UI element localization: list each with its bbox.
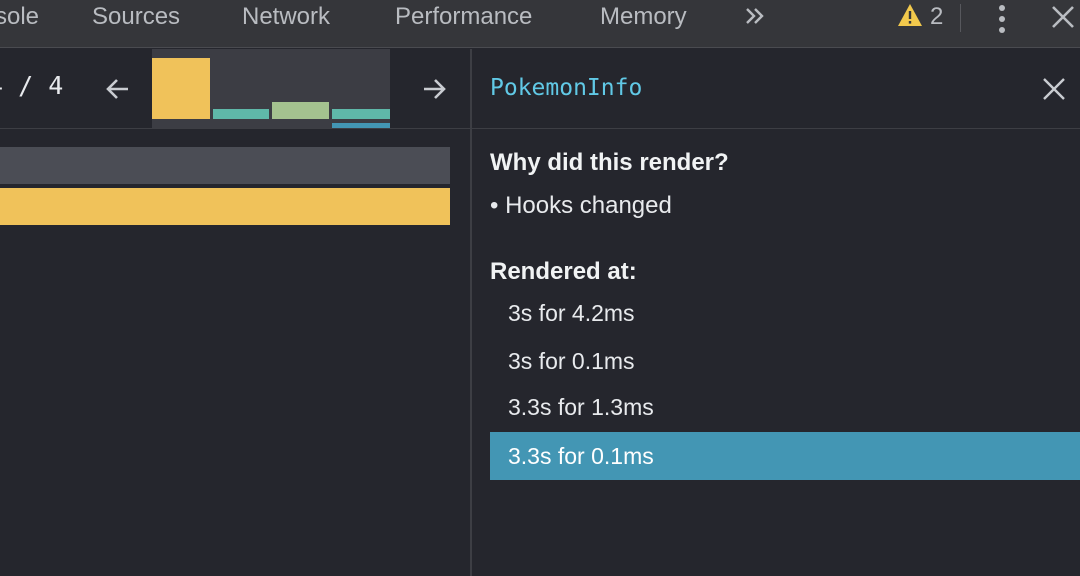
why-render-title: Why did this render? bbox=[490, 149, 729, 176]
commit-bar[interactable] bbox=[332, 109, 390, 119]
double-chevron-right-icon[interactable] bbox=[742, 3, 768, 29]
commit-bar[interactable] bbox=[152, 58, 210, 119]
commit-bar[interactable] bbox=[272, 102, 329, 119]
warning-count: 2 bbox=[930, 3, 944, 30]
sidebar-header: PokemonInfo bbox=[472, 49, 1080, 129]
profiler-main-panel: 4 / 4 bbox=[0, 49, 470, 576]
tab-memory[interactable]: Memory bbox=[600, 0, 687, 36]
render-list-item[interactable]: 3s for 0.1ms bbox=[490, 337, 1080, 385]
rendered-at-title: Rendered at: bbox=[490, 258, 637, 285]
flamegraph-row-parent[interactable] bbox=[0, 147, 450, 184]
warning-icon bbox=[898, 4, 922, 26]
arrow-right-icon[interactable] bbox=[420, 75, 448, 103]
devtools-tab-bar: sole Sources Network Performance Memory … bbox=[0, 0, 1080, 48]
tab-network[interactable]: Network bbox=[242, 0, 330, 36]
component-details-sidebar: PokemonInfo Why did this render? • Hooks… bbox=[472, 49, 1080, 576]
render-list-item[interactable]: 3.3s for 1.3ms bbox=[490, 383, 1080, 431]
component-name: PokemonInfo bbox=[490, 75, 643, 101]
tab-performance[interactable]: Performance bbox=[395, 0, 532, 36]
toolbar-divider bbox=[960, 4, 961, 32]
close-devtools-icon[interactable] bbox=[1050, 4, 1076, 30]
close-icon[interactable] bbox=[1042, 77, 1066, 101]
commit-bar[interactable] bbox=[213, 109, 269, 119]
commit-counter: 4 / 4 bbox=[0, 71, 64, 100]
selected-commit-marker bbox=[332, 123, 390, 128]
tab-console[interactable]: sole bbox=[0, 0, 39, 36]
flamegraph-row-selected[interactable] bbox=[0, 188, 450, 225]
arrow-left-icon[interactable] bbox=[104, 75, 132, 103]
more-options-icon[interactable] bbox=[990, 2, 1014, 36]
commit-bar-chart[interactable] bbox=[152, 49, 390, 128]
commit-navigator: 4 / 4 bbox=[0, 49, 470, 129]
render-reason: • Hooks changed bbox=[490, 192, 672, 219]
render-list-item-selected[interactable]: 3.3s for 0.1ms bbox=[490, 432, 1080, 480]
render-list-item[interactable]: 3s for 4.2ms bbox=[490, 289, 1080, 337]
tab-sources[interactable]: Sources bbox=[92, 0, 180, 36]
